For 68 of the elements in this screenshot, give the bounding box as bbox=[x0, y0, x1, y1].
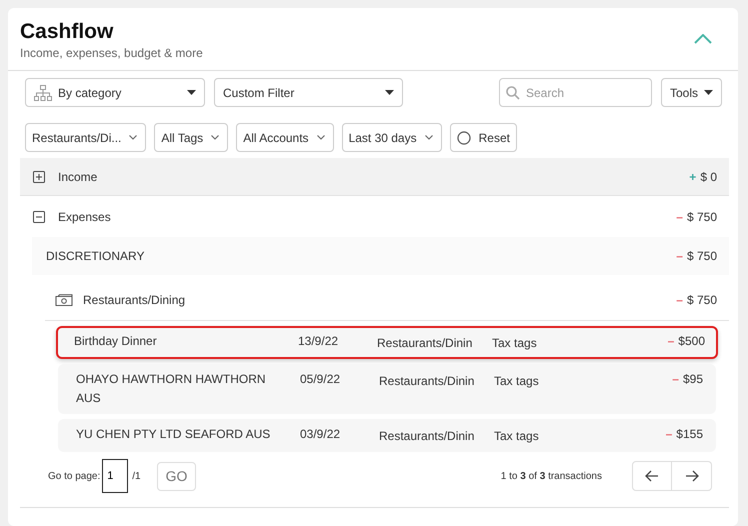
sign: – bbox=[672, 371, 679, 388]
pagination-summary: 1 to 3 of 3 transactions bbox=[500, 470, 602, 482]
search-icon bbox=[506, 86, 520, 100]
sign: – bbox=[668, 333, 674, 350]
page-input[interactable]: 1 bbox=[102, 459, 128, 493]
panel-title: Cashflow bbox=[20, 20, 114, 44]
amount: $ 750 bbox=[686, 249, 717, 263]
caret-icon bbox=[704, 90, 713, 95]
transaction-date: 13/9/22 bbox=[298, 333, 340, 350]
category-group-label: DISCRETIONARY bbox=[46, 249, 144, 263]
amount: $ 750 bbox=[686, 210, 717, 224]
transaction-row[interactable]: Birthday Dinner 13/9/22 Restaurants/Dinin Tax tags – $500 bbox=[56, 326, 718, 359]
group-row[interactable]: Expenses – $ 750 bbox=[20, 196, 729, 237]
chevron-down-icon bbox=[424, 135, 433, 140]
arrow-left-icon bbox=[645, 470, 659, 482]
tools-dropdown[interactable]: Tools bbox=[660, 78, 722, 107]
sign: – bbox=[676, 293, 683, 307]
collapse-icon[interactable] bbox=[33, 210, 45, 222]
sign: – bbox=[676, 210, 683, 224]
transaction-category: Restaurants/Dinin bbox=[379, 428, 476, 445]
transaction-category: Restaurants/Dinin bbox=[377, 335, 474, 352]
sign: – bbox=[676, 249, 683, 263]
chevron-down-icon bbox=[316, 135, 325, 140]
expand-icon[interactable] bbox=[33, 170, 45, 182]
filter-dropdown[interactable]: All Tags bbox=[154, 123, 228, 152]
transaction-date: 03/9/22 bbox=[300, 426, 342, 443]
transaction-description: Birthday Dinner bbox=[74, 333, 158, 350]
filter-dropdown[interactable]: Last 30 days bbox=[342, 123, 442, 152]
hierarchy-icon bbox=[34, 84, 52, 100]
search-field[interactable]: Search bbox=[498, 78, 652, 107]
transaction-description: OHAYO HAWTHORN HAWTHORN AUS bbox=[76, 371, 267, 407]
panel-subtitle: Income, expenses, budget & more bbox=[20, 46, 203, 60]
go-button[interactable]: GO bbox=[156, 462, 196, 490]
arrow-right-icon bbox=[684, 470, 698, 482]
group-by-dropdown[interactable]: By category bbox=[25, 78, 205, 107]
amount: $ 750 bbox=[686, 293, 717, 307]
custom-filter-dropdown[interactable]: Custom Filter bbox=[214, 78, 403, 107]
caret-icon bbox=[187, 90, 196, 95]
group-row[interactable]: Income + $ 0 bbox=[20, 158, 729, 196]
caret-icon bbox=[385, 90, 394, 95]
sign: + bbox=[689, 170, 696, 184]
amount: $500 bbox=[678, 333, 705, 350]
reset-button[interactable]: Reset bbox=[450, 123, 517, 152]
amount: $95 bbox=[682, 371, 703, 388]
transaction-tags: Tax tags bbox=[494, 372, 584, 391]
transaction-date: 05/9/22 bbox=[300, 371, 342, 388]
transaction-tags: Tax tags bbox=[492, 334, 582, 353]
filter-dropdown[interactable]: All Accounts bbox=[236, 123, 334, 152]
amount: $155 bbox=[676, 426, 703, 443]
transaction-description: YU CHEN PTY LTD SEAFORD AUS bbox=[76, 426, 272, 443]
transaction-row[interactable]: OHAYO HAWTHORN HAWTHORN AUS 05/9/22 Restaurants/Dinin Tax tags – $95 bbox=[58, 364, 716, 414]
filter-dropdown[interactable]: Restaurants/Di... bbox=[25, 123, 146, 152]
banknote-icon bbox=[55, 294, 73, 306]
sign: – bbox=[666, 426, 672, 443]
circle-icon bbox=[456, 130, 471, 144]
next-page-button[interactable] bbox=[672, 461, 712, 491]
page-total: /1 bbox=[132, 470, 141, 482]
transaction-tags: Tax tags bbox=[494, 427, 584, 446]
group-label: Income bbox=[58, 170, 98, 184]
amount: $ 0 bbox=[700, 170, 717, 184]
transaction-category: Restaurants/Dinin bbox=[379, 373, 476, 390]
go-to-page-label: Go to page: bbox=[48, 470, 100, 482]
category-label: Restaurants/Dining bbox=[83, 293, 186, 307]
previous-page-button[interactable] bbox=[632, 461, 672, 491]
group-label: Expenses bbox=[58, 210, 111, 224]
transaction-row[interactable]: YU CHEN PTY LTD SEAFORD AUS 03/9/22 Restaurants/Dinin Tax tags – $155 bbox=[58, 419, 716, 452]
chevron-down-icon bbox=[211, 135, 220, 140]
chevron-down-icon bbox=[129, 135, 138, 140]
